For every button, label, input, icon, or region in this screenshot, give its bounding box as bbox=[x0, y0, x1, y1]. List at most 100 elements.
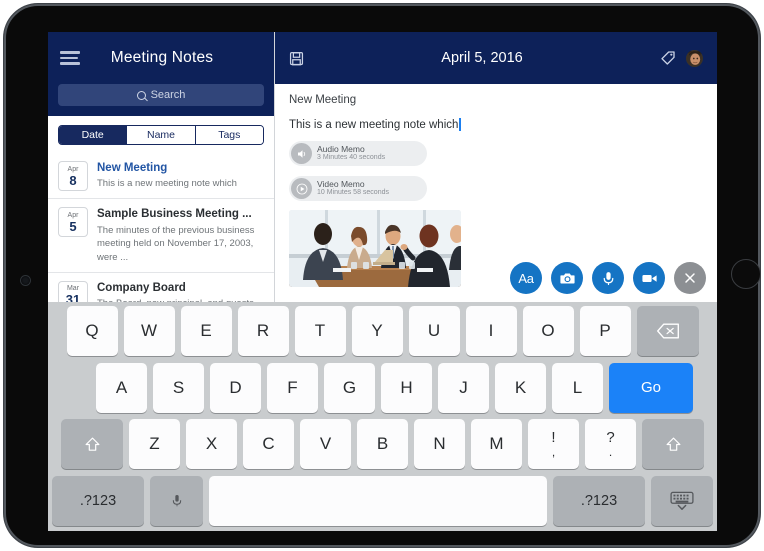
date-day: 5 bbox=[69, 218, 77, 234]
note-snippet: This is a new meeting note which bbox=[97, 178, 237, 190]
key-n[interactable]: N bbox=[414, 419, 465, 470]
key-q[interactable]: Q bbox=[66, 306, 118, 356]
note-detail-pane: April 5, 2016 New Meeting This is a new … bbox=[275, 32, 717, 302]
key-o[interactable]: O bbox=[522, 306, 574, 356]
key-a[interactable]: A bbox=[96, 362, 147, 413]
camera-button[interactable] bbox=[551, 262, 583, 294]
date-month: Apr bbox=[67, 211, 79, 219]
numeric-left-key[interactable]: .?123 bbox=[52, 475, 144, 526]
video-button[interactable] bbox=[633, 262, 665, 294]
key-f[interactable]: F bbox=[267, 362, 318, 413]
ipad-device: Meeting Notes Search Date Name Tags Apr … bbox=[4, 4, 761, 547]
key-l[interactable]: L bbox=[552, 362, 603, 413]
key-w[interactable]: W bbox=[123, 306, 175, 356]
key-s[interactable]: S bbox=[153, 362, 204, 413]
speaker-icon bbox=[291, 143, 312, 164]
avatar[interactable] bbox=[686, 49, 703, 67]
key-m[interactable]: M bbox=[471, 419, 522, 470]
note-heading: New Meeting bbox=[289, 94, 357, 106]
note-body-row: This is a new meeting note which bbox=[289, 118, 703, 131]
sidebar-header: Meeting Notes bbox=[48, 32, 274, 84]
ipad-screen: Meeting Notes Search Date Name Tags Apr … bbox=[48, 32, 717, 531]
date-chip: Apr 5 bbox=[58, 207, 88, 238]
key-p[interactable]: P bbox=[579, 306, 631, 356]
action-button-row: Aa bbox=[510, 262, 706, 294]
audio-memo-card[interactable]: Audio Memo 3 Minutes 40 seconds bbox=[289, 141, 427, 166]
list-item[interactable]: Mar 31 Company Board The Board, new prin… bbox=[48, 273, 274, 302]
tag-icon[interactable] bbox=[660, 50, 676, 66]
video-memo-card[interactable]: Video Memo 10 Minutes 58 seconds bbox=[289, 176, 427, 201]
meeting-photo-attachment[interactable] bbox=[289, 210, 461, 287]
go-key[interactable]: Go bbox=[609, 362, 693, 413]
hide-keyboard-key[interactable] bbox=[651, 475, 713, 526]
save-disk-icon[interactable] bbox=[289, 51, 304, 66]
key-h[interactable]: H bbox=[381, 362, 432, 413]
microphone-icon bbox=[172, 494, 181, 507]
key-t[interactable]: T bbox=[294, 306, 346, 356]
sidebar-title: Meeting Notes bbox=[110, 49, 214, 66]
dictation-key[interactable] bbox=[150, 475, 203, 526]
shift-left-key[interactable] bbox=[61, 419, 123, 470]
text-format-button[interactable]: Aa bbox=[510, 262, 542, 294]
date-month: Apr bbox=[67, 165, 79, 173]
date-day: 8 bbox=[69, 172, 77, 188]
key-d[interactable]: D bbox=[210, 362, 261, 413]
list-item[interactable]: Apr 5 Sample Business Meeting ... The mi… bbox=[48, 199, 274, 273]
onscreen-keyboard: Q W E R T Y U I O P A S D F G H J K L Go… bbox=[48, 302, 717, 531]
note-list: Apr 8 New Meeting This is a new meeting … bbox=[48, 153, 274, 302]
numeric-right-key[interactable]: .?123 bbox=[553, 475, 645, 526]
sort-segmented-control[interactable]: Date Name Tags bbox=[58, 125, 264, 145]
close-button[interactable] bbox=[674, 262, 706, 294]
note-title: Sample Business Meeting ... bbox=[97, 208, 252, 221]
key-v[interactable]: V bbox=[300, 419, 351, 470]
key-exclamation-comma[interactable]: ! , bbox=[528, 419, 579, 470]
key-u[interactable]: U bbox=[408, 306, 460, 356]
key-j[interactable]: J bbox=[438, 362, 489, 413]
hide-keyboard-icon bbox=[670, 491, 694, 510]
sort-segmented-container: Date Name Tags bbox=[48, 116, 274, 153]
microphone-icon bbox=[603, 271, 613, 285]
key-question-period[interactable]: ? . bbox=[585, 419, 636, 470]
note-title: Company Board bbox=[97, 281, 186, 294]
audio-memo-text: Audio Memo 3 Minutes 40 seconds bbox=[317, 144, 385, 162]
page-title: April 5, 2016 bbox=[441, 50, 523, 66]
search-input[interactable]: Search bbox=[58, 84, 264, 106]
note-text: New Meeting This is a new meeting note w… bbox=[97, 161, 264, 191]
close-x-icon bbox=[685, 273, 695, 283]
search-icon bbox=[136, 90, 146, 100]
note-text: Sample Business Meeting ... The minutes … bbox=[97, 207, 264, 265]
video-memo-duration: 10 Minutes 58 seconds bbox=[317, 189, 389, 197]
app-container: Meeting Notes Search Date Name Tags Apr … bbox=[48, 32, 717, 302]
list-item[interactable]: Apr 8 New Meeting This is a new meeting … bbox=[48, 153, 274, 200]
backspace-key[interactable] bbox=[636, 306, 699, 356]
key-c[interactable]: C bbox=[243, 419, 294, 470]
microphone-button[interactable] bbox=[592, 262, 624, 294]
search-container: Search bbox=[48, 84, 274, 116]
date-chip: Mar 31 bbox=[58, 280, 88, 302]
keyboard-row-1: Q W E R T Y U I O P bbox=[52, 306, 713, 356]
home-button[interactable] bbox=[731, 259, 761, 289]
key-x[interactable]: X bbox=[186, 419, 237, 470]
space-key[interactable] bbox=[209, 475, 547, 526]
hamburger-icon[interactable] bbox=[60, 51, 80, 65]
video-memo-label: Video Memo bbox=[317, 179, 365, 190]
note-title: New Meeting bbox=[97, 162, 168, 174]
shift-up-arrow-icon bbox=[85, 437, 99, 451]
key-k[interactable]: K bbox=[495, 362, 546, 413]
keyboard-row-3: Z X C V B N M ! , ? . bbox=[52, 419, 713, 470]
play-icon bbox=[291, 178, 312, 199]
key-z[interactable]: Z bbox=[129, 419, 180, 470]
segment-name[interactable]: Name bbox=[127, 126, 196, 144]
key-g[interactable]: G bbox=[324, 362, 375, 413]
segment-tags[interactable]: Tags bbox=[195, 126, 263, 144]
key-e[interactable]: E bbox=[180, 306, 232, 356]
video-memo-text: Video Memo 10 Minutes 58 seconds bbox=[317, 179, 389, 197]
key-i[interactable]: I bbox=[465, 306, 517, 356]
key-r[interactable]: R bbox=[237, 306, 289, 356]
notes-sidebar: Meeting Notes Search Date Name Tags Apr … bbox=[48, 32, 275, 302]
key-question-label: ? bbox=[606, 429, 615, 447]
shift-right-key[interactable] bbox=[642, 419, 704, 470]
segment-date[interactable]: Date bbox=[59, 126, 128, 144]
key-b[interactable]: B bbox=[357, 419, 408, 470]
key-y[interactable]: Y bbox=[351, 306, 403, 356]
